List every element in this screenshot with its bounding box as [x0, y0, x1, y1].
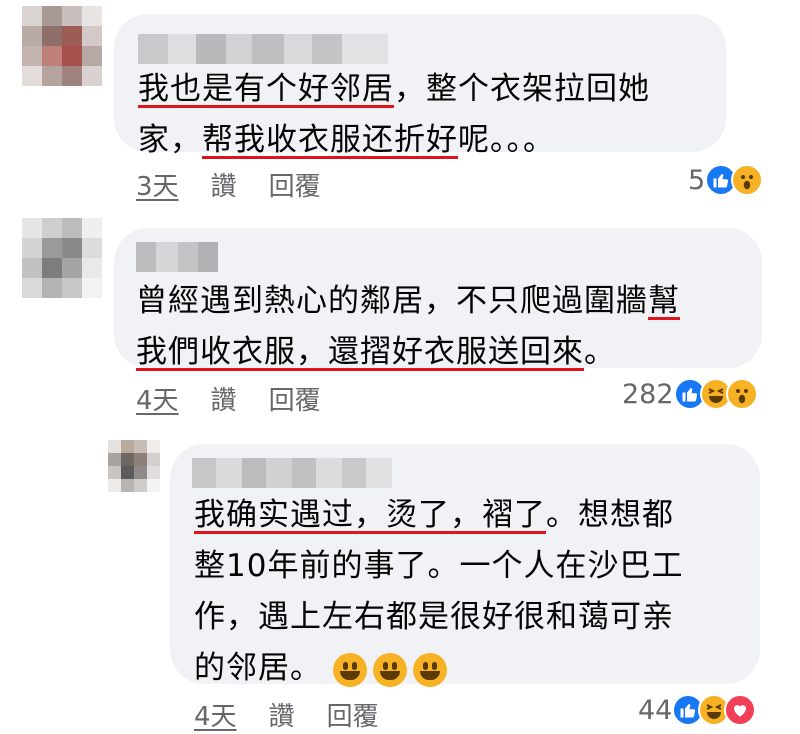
avatar[interactable]	[22, 6, 102, 86]
text-segment: 。	[584, 334, 616, 370]
highlighted-text: 我确实遇过，烫了，褶了	[194, 497, 546, 533]
reaction-count: 44	[638, 694, 673, 726]
comment-line: 我确实遇过，烫了，褶了。想想都	[194, 490, 683, 541]
text-segment: 家，	[138, 122, 202, 158]
text-segment: 的邻居。	[194, 650, 322, 686]
grinning-emoji-icon	[332, 652, 367, 687]
grinning-emoji-icon	[412, 652, 447, 687]
highlighted-text: 我也是有个好邻居	[138, 71, 394, 107]
love-icon	[724, 694, 757, 726]
reaction-summary[interactable]: 282	[622, 378, 758, 410]
highlighted-text: 幫	[648, 283, 680, 319]
comment-line: 作，遇上左右都是很好很和蔼可亲	[194, 592, 683, 643]
reply-button[interactable]: 回覆	[327, 696, 379, 733]
timestamp-link[interactable]: 3天	[136, 166, 179, 203]
comment-bubble: 我确实遇过，烫了，褶了。想想都 整10年前的事了。一个人在沙巴工 作，遇上左右都…	[170, 444, 760, 687]
wow-icon	[731, 164, 764, 196]
comment-line: 曾經遇到熱心的鄰居，不只爬過圍牆幫	[136, 276, 680, 327]
commenter-name-blurred[interactable]	[136, 242, 218, 272]
timestamp-link[interactable]: 4天	[194, 696, 237, 733]
comment-actions: 4天 讚 回覆	[194, 696, 411, 733]
commenter-name-blurred[interactable]	[192, 458, 392, 488]
comment-actions: 3天 讚 回覆	[136, 166, 353, 203]
reaction-count: 282	[622, 378, 674, 410]
comment-text: 我也是有个好邻居，整个衣架拉回她 家，帮我收衣服还折好呢。。。	[138, 64, 650, 166]
timestamp-link[interactable]: 4天	[136, 380, 179, 417]
comment-text: 我确实遇过，烫了，褶了。想想都 整10年前的事了。一个人在沙巴工 作，遇上左右都…	[194, 490, 683, 694]
comment-text: 曾經遇到熱心的鄰居，不只爬過圍牆幫 我們收衣服，還摺好衣服送回來。	[136, 276, 680, 378]
comment-line: 的邻居。	[194, 643, 683, 694]
comment-bubble: 曾經遇到熱心的鄰居，不只爬過圍牆幫 我們收衣服，還摺好衣服送回來。	[114, 228, 762, 370]
text-segment: 作，遇上左右都是很好很和蔼可亲	[194, 599, 674, 635]
reaction-summary[interactable]: 44	[638, 694, 757, 726]
text-segment: ，整个衣架拉回她	[394, 71, 650, 107]
avatar[interactable]	[108, 440, 160, 492]
highlighted-text: 我們收衣服，還摺好衣服送回來	[136, 334, 584, 370]
comment-actions: 4天 讚 回覆	[136, 380, 353, 417]
like-button[interactable]: 讚	[211, 380, 237, 417]
comment-line: 我們收衣服，還摺好衣服送回來。	[136, 327, 680, 378]
text-segment: 整10年前的事了。一个人在沙巴工	[194, 548, 684, 584]
comment-line: 我也是有个好邻居，整个衣架拉回她	[138, 64, 650, 115]
comment-bubble: 我也是有个好邻居，整个衣架拉回她 家，帮我收衣服还折好呢。。。	[114, 14, 726, 158]
grinning-emoji-icon	[372, 652, 407, 687]
text-segment: 。想想都	[546, 497, 674, 533]
text-segment: 曾經遇到熱心的鄰居，不只爬過圍牆	[136, 283, 648, 319]
highlighted-text: 帮我收衣服还折好	[202, 122, 458, 158]
commenter-name-blurred[interactable]	[138, 34, 388, 64]
reaction-summary[interactable]: 5	[688, 164, 764, 196]
comment-line: 整10年前的事了。一个人在沙巴工	[194, 541, 683, 592]
like-button[interactable]: 讚	[269, 696, 295, 733]
comment-line: 家，帮我收衣服还折好呢。。。	[138, 115, 650, 166]
wow-icon	[725, 378, 758, 410]
text-segment: 呢。。。	[458, 122, 555, 158]
reply-button[interactable]: 回覆	[269, 166, 321, 203]
avatar[interactable]	[22, 218, 102, 298]
like-button[interactable]: 讚	[211, 166, 237, 203]
reply-button[interactable]: 回覆	[269, 380, 321, 417]
reaction-count: 5	[688, 164, 706, 196]
